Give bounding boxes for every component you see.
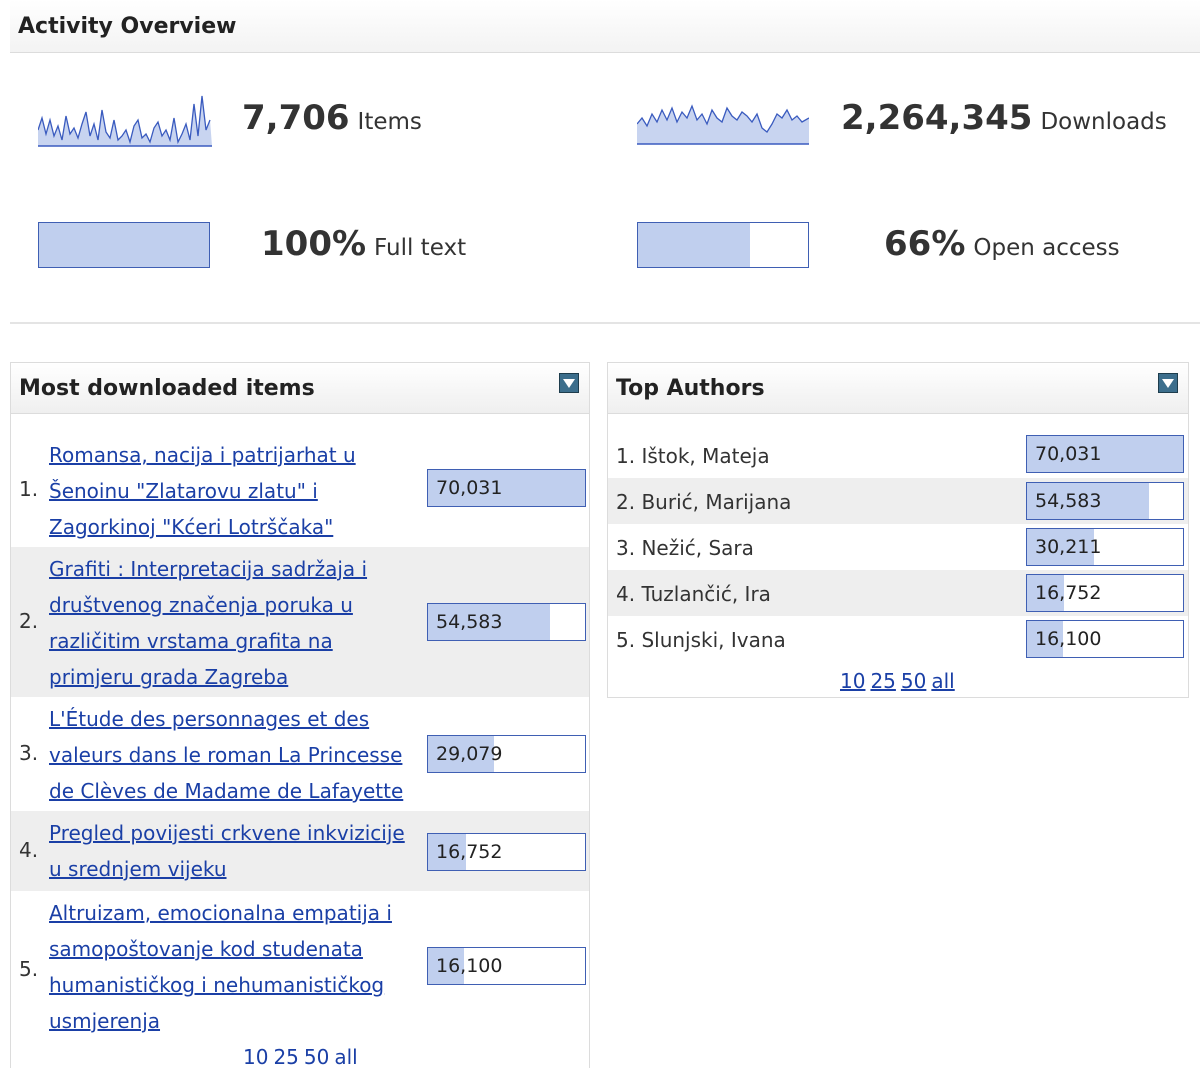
pager-25-link[interactable]: 25	[273, 1045, 298, 1069]
downloads-count: 2,264,345	[841, 98, 1033, 138]
download-count: 16,100	[436, 955, 503, 977]
item-title-link[interactable]: Altruizam, emocionalna empatija i samopo…	[49, 895, 411, 1039]
download-count: 54,583	[436, 611, 503, 633]
author-count-bar: 16,752	[1026, 574, 1184, 612]
item-rank: 5.	[19, 957, 39, 981]
pager-10-link[interactable]: 10	[840, 669, 865, 693]
pager-all-link[interactable]: all	[931, 669, 954, 693]
list-item: 3. L'Étude des personnages et des valeur…	[11, 697, 589, 811]
pager-50-link[interactable]: 50	[901, 669, 926, 693]
openaccess-bar-fill	[638, 223, 751, 267]
author-name: 3. Nežić, Sara	[616, 536, 754, 560]
author-name: 2. Burić, Marijana	[616, 490, 792, 514]
dropdown-arrow-icon[interactable]	[1158, 373, 1178, 393]
pager-10-link[interactable]: 10	[243, 1045, 268, 1069]
author-count-bar: 16,100	[1026, 620, 1184, 658]
author-count-bar: 70,031	[1026, 435, 1184, 473]
fulltext-stat: 100% Full text	[261, 224, 466, 264]
top-authors-panel: Top Authors 1. Ištok, Mateja 70,031 2. B…	[607, 362, 1189, 698]
download-count-bar: 54,583	[427, 603, 586, 641]
top-authors-title: Top Authors	[616, 376, 765, 401]
author-row: 2. Burić, Marijana 54,583	[608, 478, 1188, 524]
author-row: 5. Slunjski, Ivana 16,100	[608, 616, 1188, 662]
item-rank: 3.	[19, 741, 39, 765]
downloads-sparkline	[637, 104, 809, 145]
downloads-label: Downloads	[1040, 109, 1167, 135]
items-count: 7,706	[242, 98, 350, 138]
list-item: 2. Grafiti : Interpretacija sadržaja i d…	[11, 547, 589, 697]
item-title-link[interactable]: Grafiti : Interpretacija sadržaja i druš…	[49, 551, 411, 695]
most-downloaded-panel: Most downloaded items 1. Romansa, nacija…	[10, 362, 590, 1069]
pager-all-link[interactable]: all	[334, 1045, 357, 1069]
activity-overview-header: Activity Overview	[10, 0, 1200, 53]
openaccess-label: Open access	[973, 235, 1120, 261]
items-pager: 10 25 50 all	[243, 1045, 363, 1069]
download-count: 70,031	[436, 477, 503, 499]
fulltext-bar-fill	[39, 223, 209, 267]
overview-divider	[10, 322, 1200, 324]
list-item: 1. Romansa, nacija i patrijarhat u Šenoi…	[11, 433, 589, 547]
author-count-bar: 30,211	[1026, 528, 1184, 566]
download-count-bar: 16,752	[427, 833, 586, 871]
author-name: 5. Slunjski, Ivana	[616, 628, 786, 652]
author-name: 4. Tuzlančić, Ira	[616, 582, 771, 606]
download-count: 16,752	[436, 841, 503, 863]
openaccess-bar	[637, 222, 809, 268]
item-title-link[interactable]: Pregled povijesti crkvene inkvizicije u …	[49, 815, 411, 887]
author-count: 16,752	[1035, 582, 1102, 604]
top-authors-header: Top Authors	[608, 363, 1188, 414]
author-count: 70,031	[1035, 443, 1102, 465]
fulltext-bar	[38, 222, 210, 268]
most-downloaded-header: Most downloaded items	[11, 363, 589, 414]
author-count-bar: 54,583	[1026, 482, 1184, 520]
most-downloaded-title: Most downloaded items	[19, 376, 315, 401]
item-rank: 4.	[19, 838, 39, 862]
openaccess-stat: 66% Open access	[884, 224, 1120, 264]
item-rank: 2.	[19, 609, 39, 633]
list-item: 5. Altruizam, emocionalna empatija i sam…	[11, 891, 589, 1041]
download-count: 29,079	[436, 743, 503, 765]
items-label: Items	[357, 109, 422, 135]
item-title-link[interactable]: Romansa, nacija i patrijarhat u Šenoinu …	[49, 437, 411, 545]
list-item: 4. Pregled povijesti crkvene inkvizicije…	[11, 811, 589, 891]
pager-50-link[interactable]: 50	[304, 1045, 329, 1069]
download-count-bar: 16,100	[427, 947, 586, 985]
author-row: 3. Nežić, Sara 30,211	[608, 524, 1188, 570]
items-sparkline	[38, 95, 212, 147]
dropdown-arrow-icon[interactable]	[559, 373, 579, 393]
author-row: 4. Tuzlančić, Ira 16,752	[608, 570, 1188, 616]
author-row: 1. Ištok, Mateja 70,031	[608, 432, 1188, 478]
item-title-link[interactable]: L'Étude des personnages et des valeurs d…	[49, 701, 411, 809]
openaccess-percent: 66%	[884, 224, 966, 264]
fulltext-percent: 100%	[261, 224, 367, 264]
author-count: 16,100	[1035, 628, 1102, 650]
downloads-stat: 2,264,345 Downloads	[841, 98, 1167, 138]
authors-pager: 10 25 50 all	[840, 669, 960, 693]
item-rank: 1.	[19, 477, 39, 501]
author-count: 54,583	[1035, 490, 1102, 512]
author-count: 30,211	[1035, 536, 1102, 558]
download-count-bar: 70,031	[427, 469, 586, 507]
pager-25-link[interactable]: 25	[870, 669, 895, 693]
activity-overview-title: Activity Overview	[18, 14, 237, 39]
items-stat: 7,706 Items	[242, 98, 422, 138]
fulltext-label: Full text	[374, 235, 467, 261]
download-count-bar: 29,079	[427, 735, 586, 773]
author-name: 1. Ištok, Mateja	[616, 444, 770, 468]
